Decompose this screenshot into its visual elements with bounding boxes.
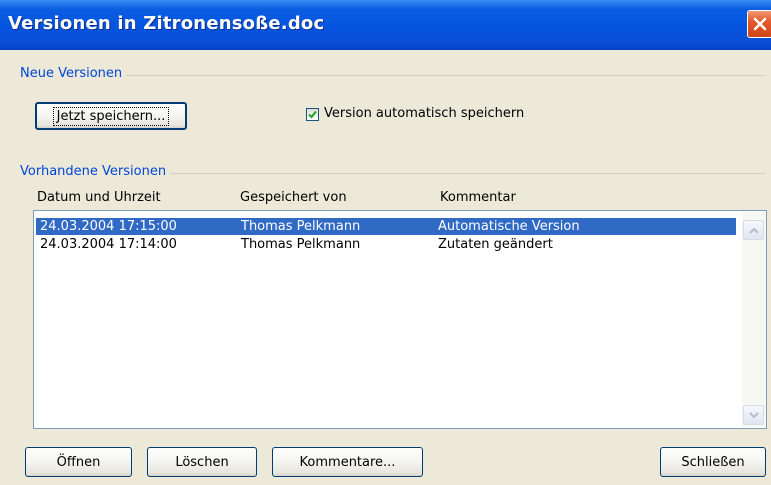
open-button[interactable]: Öffnen xyxy=(25,447,132,477)
chevron-up-icon xyxy=(749,227,759,234)
close-icon xyxy=(753,17,767,31)
existing-versions-group-label: Vorhandene Versionen xyxy=(20,164,171,179)
comments-button[interactable]: Kommentare... xyxy=(272,447,423,477)
row-saved-by: Thomas Pelkmann xyxy=(241,219,361,234)
version-row[interactable]: 24.03.2004 17:15:00 Thomas Pelkmann Auto… xyxy=(36,218,736,235)
delete-label: Löschen xyxy=(175,454,229,470)
vertical-scrollbar[interactable] xyxy=(742,212,766,427)
row-date: 24.03.2004 17:14:00 xyxy=(40,237,177,252)
row-comment: Zutaten geändert xyxy=(438,237,553,252)
new-versions-divider xyxy=(20,75,765,76)
new-versions-group-label: Neue Versionen xyxy=(20,66,127,81)
delete-button[interactable]: Löschen xyxy=(147,447,257,477)
versions-list[interactable]: 24.03.2004 17:15:00 Thomas Pelkmann Auto… xyxy=(33,210,767,429)
row-date: 24.03.2004 17:15:00 xyxy=(40,219,177,234)
version-row[interactable]: 24.03.2004 17:14:00 Thomas Pelkmann Zuta… xyxy=(36,236,736,253)
close-button[interactable]: Schließen xyxy=(660,447,766,477)
column-header-comment[interactable]: Kommentar xyxy=(440,190,516,205)
close-window-button[interactable] xyxy=(747,10,771,38)
checkmark-icon xyxy=(308,110,317,119)
versions-dialog: Versionen in Zitronensoße.doc Neue Versi… xyxy=(0,0,771,485)
column-header-saved-by[interactable]: Gespeichert von xyxy=(240,190,347,205)
row-saved-by: Thomas Pelkmann xyxy=(241,237,361,252)
chevron-down-icon xyxy=(749,412,759,419)
close-label: Schließen xyxy=(681,454,745,470)
open-label: Öffnen xyxy=(56,454,101,470)
column-header-date[interactable]: Datum und Uhrzeit xyxy=(37,190,161,205)
save-now-button[interactable]: Jetzt speichern... xyxy=(35,102,187,130)
auto-save-checkbox[interactable] xyxy=(306,108,319,121)
save-now-label: Jetzt speichern... xyxy=(52,106,170,126)
auto-save-label[interactable]: Version automatisch speichern xyxy=(324,106,524,121)
comments-label: Kommentare... xyxy=(299,454,396,470)
window-title: Versionen in Zitronensoße.doc xyxy=(8,13,325,34)
scroll-up-button[interactable] xyxy=(743,220,764,240)
row-comment: Automatische Version xyxy=(438,219,580,234)
title-bar[interactable]: Versionen in Zitronensoße.doc xyxy=(0,0,771,50)
scroll-down-button[interactable] xyxy=(743,405,764,425)
